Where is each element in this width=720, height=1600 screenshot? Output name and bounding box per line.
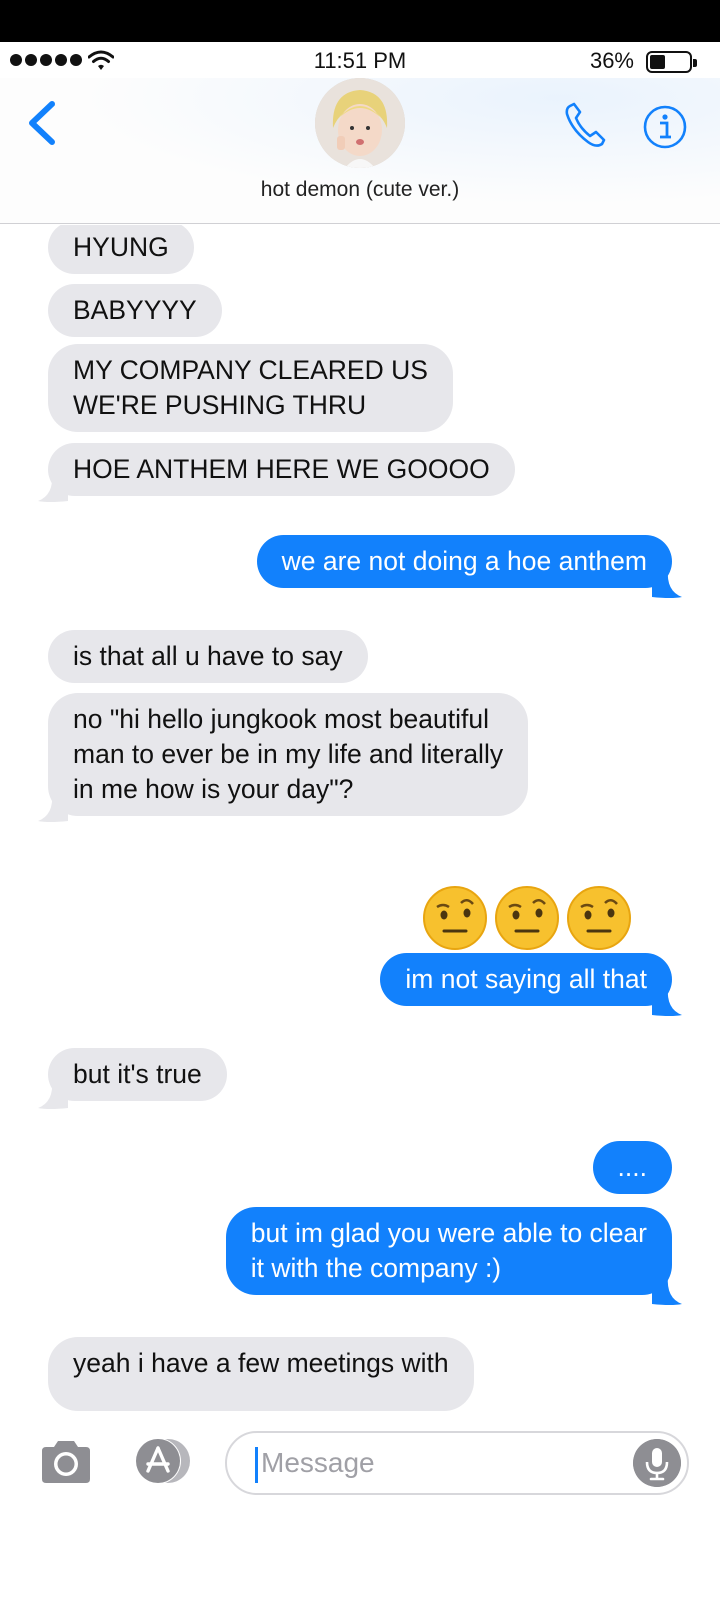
received-message-bubble[interactable]: no "hi hello jungkook most beautiful man… xyxy=(48,693,529,816)
sent-message-bubble[interactable]: im not saying all that xyxy=(380,953,672,1006)
received-message-bubble[interactable]: BABYYYY xyxy=(48,284,222,337)
received-message-bubble[interactable]: is that all u have to say xyxy=(48,630,368,683)
sent-message-bubble[interactable]: .... xyxy=(592,1141,672,1194)
conversation-header: hot demon (cute ver.) xyxy=(0,78,720,224)
camera-icon[interactable] xyxy=(38,1439,94,1485)
message-thread[interactable]: HYUNG BABYYYY MY COMPANY CLEARED US WE'R… xyxy=(0,225,720,1417)
face-with-raised-eyebrow-icon xyxy=(567,886,631,950)
sent-message-bubble[interactable]: but im glad you were able to clear it wi… xyxy=(225,1207,672,1295)
text-cursor xyxy=(255,1447,258,1483)
received-message-bubble[interactable]: HOE ANTHEM HERE WE GOOOO xyxy=(48,443,515,496)
bubble-tail xyxy=(38,473,68,502)
battery-icon xyxy=(646,51,697,73)
emoji-message[interactable] xyxy=(422,885,632,951)
face-with-raised-eyebrow-icon xyxy=(423,886,487,950)
bubble-tail xyxy=(38,1080,68,1109)
received-message-bubble[interactable]: HYUNG xyxy=(48,225,194,274)
top-black-bar xyxy=(0,0,720,42)
message-input[interactable] xyxy=(261,1433,621,1493)
chevron-left-icon[interactable] xyxy=(22,98,62,148)
status-bar: 11:51 PM 36% xyxy=(0,42,720,78)
received-message-bubble[interactable]: but it's true xyxy=(48,1048,227,1101)
phone-icon[interactable] xyxy=(562,100,610,150)
microphone-icon[interactable] xyxy=(633,1439,681,1487)
bubble-tail xyxy=(38,793,68,822)
sent-message-bubble[interactable]: we are not doing a hoe anthem xyxy=(256,535,672,588)
message-input-field[interactable] xyxy=(225,1431,689,1495)
contact-avatar[interactable] xyxy=(315,78,405,168)
app-store-icon[interactable] xyxy=(130,1437,196,1485)
info-icon[interactable] xyxy=(642,104,688,150)
contact-name[interactable]: hot demon (cute ver.) xyxy=(0,178,720,202)
bubble-tail xyxy=(652,987,682,1016)
message-composer xyxy=(0,1417,720,1507)
received-message-bubble[interactable]: yeah i have a few meetings with xyxy=(48,1337,474,1411)
bubble-tail xyxy=(652,569,682,598)
received-message-bubble[interactable]: MY COMPANY CLEARED US WE'RE PUSHING THRU xyxy=(48,344,453,432)
bubble-tail xyxy=(652,1276,682,1305)
face-with-raised-eyebrow-icon xyxy=(495,886,559,950)
battery-percentage: 36% xyxy=(589,48,634,73)
